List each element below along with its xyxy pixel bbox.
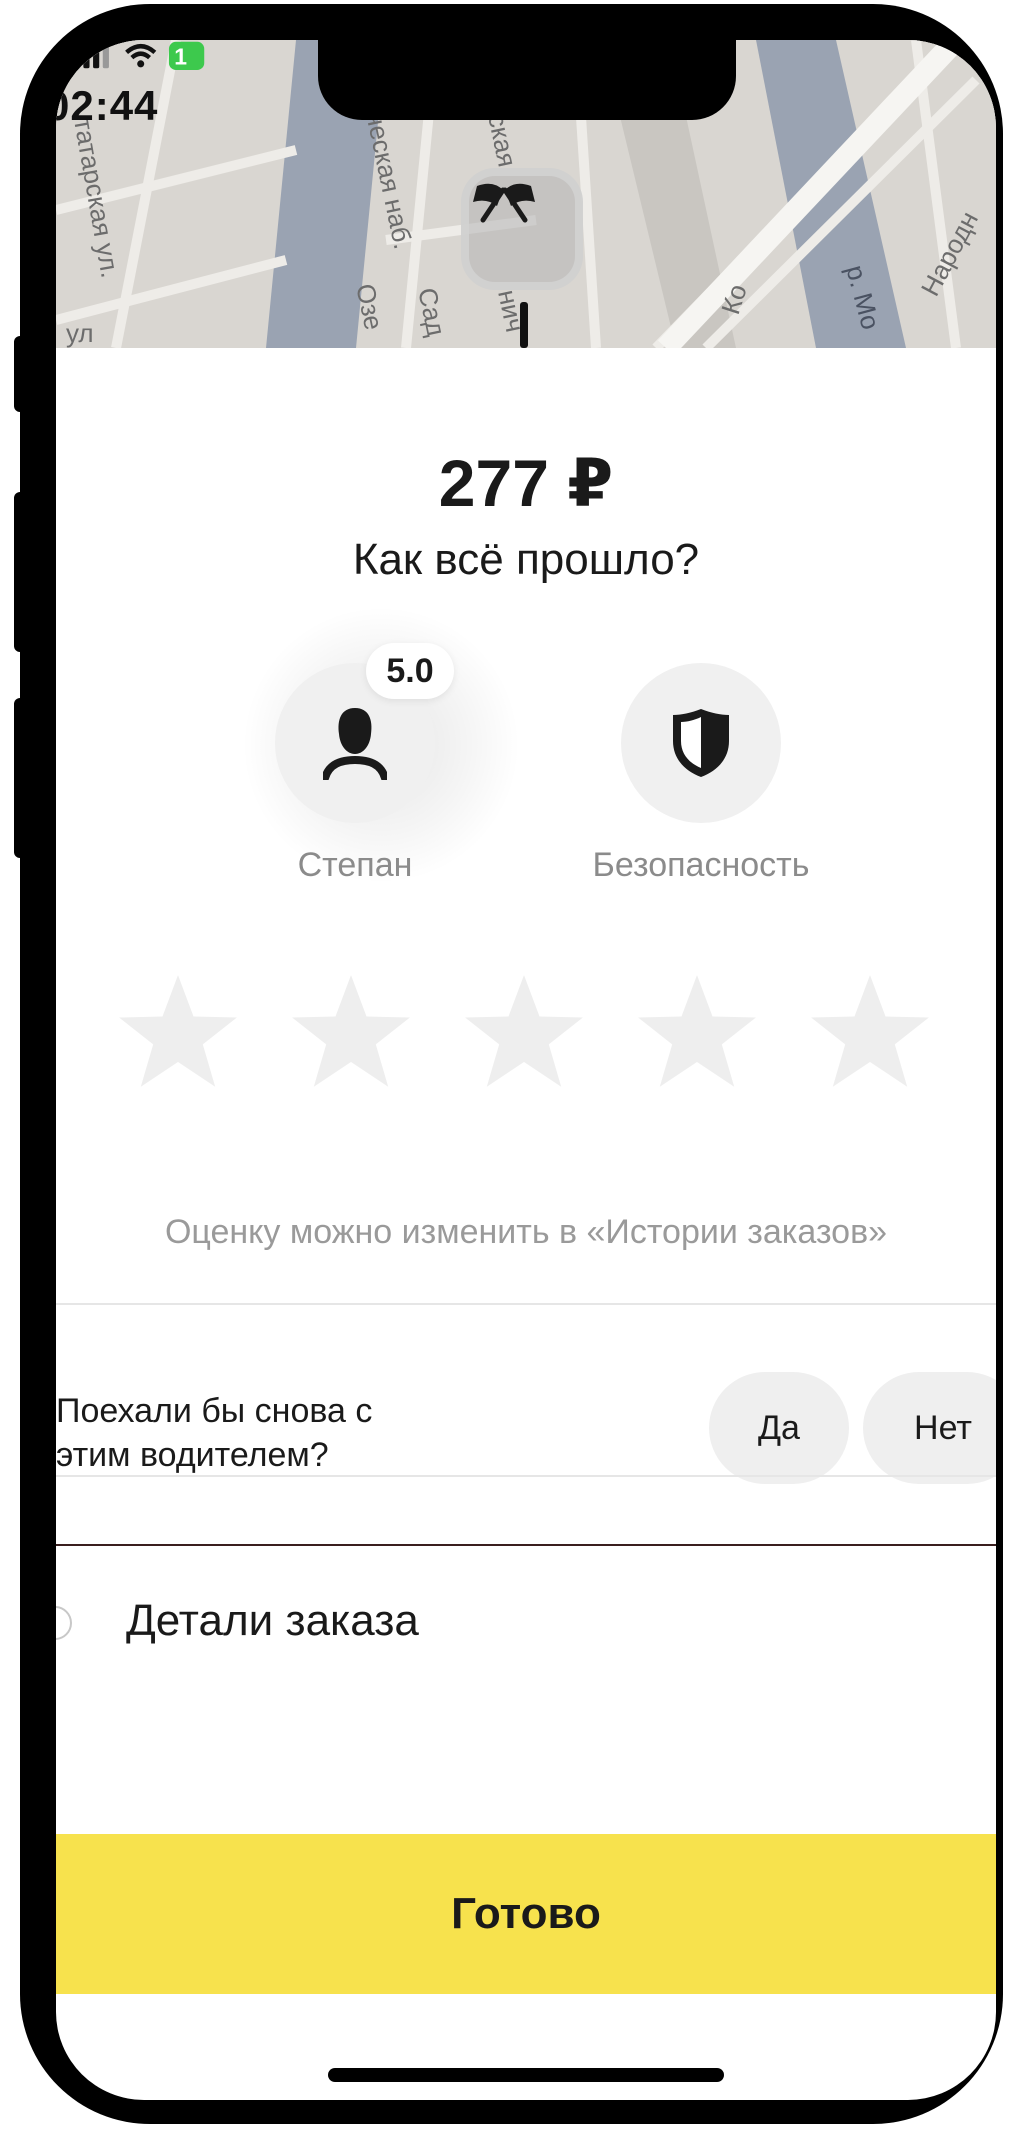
- divider: [56, 1475, 996, 1477]
- star-4[interactable]: [635, 970, 759, 1094]
- driver-avatar-icon: [323, 708, 387, 780]
- details-bullet-icon: [56, 1606, 72, 1640]
- safety-label: Безопасность: [592, 846, 810, 884]
- map[interactable]: татарская ул. ческая наб. ская Озе Сад н…: [56, 40, 996, 348]
- safety-button[interactable]: [621, 663, 781, 823]
- phone: татарская ул. ческая наб. ская Озе Сад н…: [0, 0, 1025, 2129]
- checkered-flag-icon: [473, 183, 535, 223]
- shield-icon: [673, 709, 729, 777]
- star-rating: [116, 970, 936, 1100]
- driver-name: Степан: [297, 846, 413, 884]
- status-time: 02:44: [56, 82, 159, 129]
- ride-again-line: Поехали бы снова с: [56, 1392, 373, 1430]
- screen: татарская ул. ческая наб. ская Озе Сад н…: [56, 40, 996, 2100]
- star-2[interactable]: [289, 970, 413, 1094]
- wifi-icon: [125, 43, 157, 68]
- rating-hint: Оценку можно изменить в «Истории заказов…: [164, 1213, 888, 1251]
- done-button[interactable]: Готово: [56, 1834, 996, 1994]
- yes-button[interactable]: Да: [709, 1372, 849, 1484]
- section-divider: [56, 1544, 996, 1546]
- no-button[interactable]: Нет: [863, 1372, 996, 1484]
- signal-icon: [73, 59, 80, 69]
- status-icons: 1: [73, 41, 205, 70]
- route-line: [520, 302, 528, 348]
- battery-text: 1: [174, 44, 187, 70]
- star-5[interactable]: [808, 970, 932, 1094]
- notch: [318, 40, 736, 120]
- star-3[interactable]: [462, 970, 586, 1094]
- star-1[interactable]: [116, 970, 240, 1094]
- divider: [56, 1303, 996, 1305]
- order-price: 277 ₽: [438, 446, 614, 520]
- ride-again-question: Поехали бы снова с этим водителем?: [56, 1389, 436, 1477]
- rating-question: Как всё прошло?: [352, 535, 700, 584]
- finish-flag-marker: [461, 168, 583, 290]
- driver-rating-badge: 5.0: [366, 643, 454, 699]
- order-details-link[interactable]: Детали заказа: [126, 1596, 419, 1646]
- home-indicator[interactable]: [328, 2068, 724, 2082]
- ride-again-line: этим водителем?: [56, 1436, 329, 1474]
- map-label: ул: [66, 318, 94, 348]
